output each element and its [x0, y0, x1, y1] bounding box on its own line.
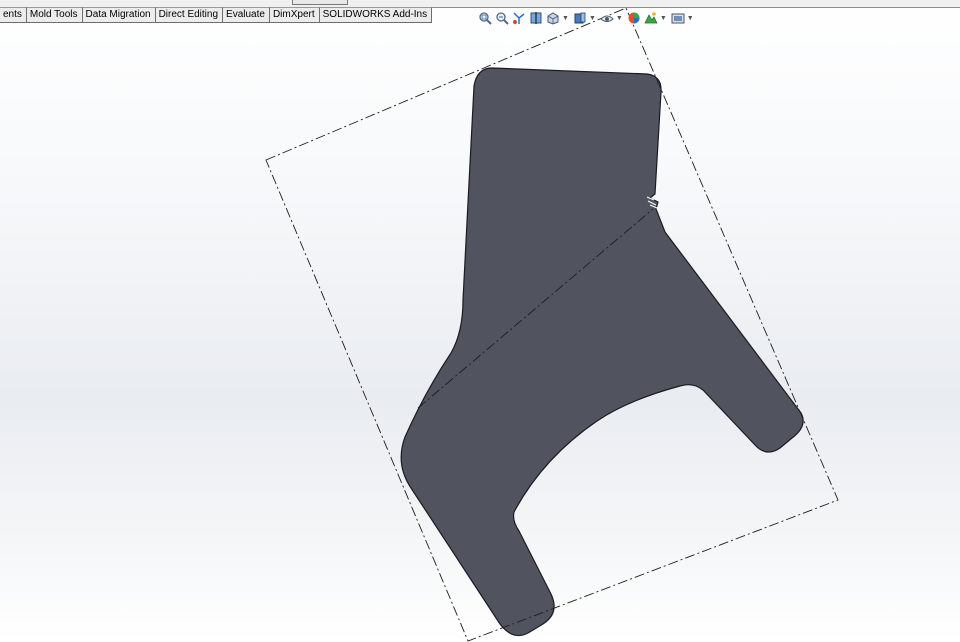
view-settings-caret-icon[interactable]: ▼: [687, 15, 694, 22]
view-orientation-caret-icon[interactable]: ▼: [562, 15, 569, 22]
tab-solidworks-add-ins[interactable]: SOLIDWORKS Add-Ins: [319, 7, 433, 22]
tab-stub: [292, 0, 348, 5]
tab-evaluate[interactable]: Evaluate: [223, 7, 270, 22]
previous-view-icon[interactable]: [512, 11, 526, 25]
graphics-area[interactable]: [0, 0, 960, 642]
command-manager-tabs: ents Mold Tools Data Migration Direct Ed…: [0, 7, 433, 23]
display-style-icon[interactable]: [573, 11, 587, 25]
section-view-icon[interactable]: [529, 11, 543, 25]
hide-show-items-icon[interactable]: [600, 11, 614, 25]
heads-up-view-toolbar: ▼ ▼ ▼ ▼ ▼: [478, 9, 695, 27]
apply-scene-caret-icon[interactable]: ▼: [660, 15, 667, 22]
tab-data-migration[interactable]: Data Migration: [82, 7, 156, 22]
apply-scene-icon[interactable]: [644, 11, 658, 25]
view-orientation-icon[interactable]: [546, 11, 560, 25]
zoom-to-area-icon[interactable]: [495, 11, 509, 25]
view-settings-icon[interactable]: [671, 11, 685, 25]
hide-show-caret-icon[interactable]: ▼: [616, 15, 623, 22]
edit-appearance-icon[interactable]: [627, 11, 641, 25]
tab-mold-tools[interactable]: Mold Tools: [26, 7, 83, 22]
part-body[interactable]: [400, 67, 804, 637]
tab-dimxpert[interactable]: DimXpert: [269, 7, 320, 22]
tab-ents[interactable]: ents: [0, 7, 27, 22]
zoom-to-fit-icon[interactable]: [478, 11, 492, 25]
tab-direct-editing[interactable]: Direct Editing: [155, 7, 224, 22]
display-style-caret-icon[interactable]: ▼: [589, 15, 596, 22]
